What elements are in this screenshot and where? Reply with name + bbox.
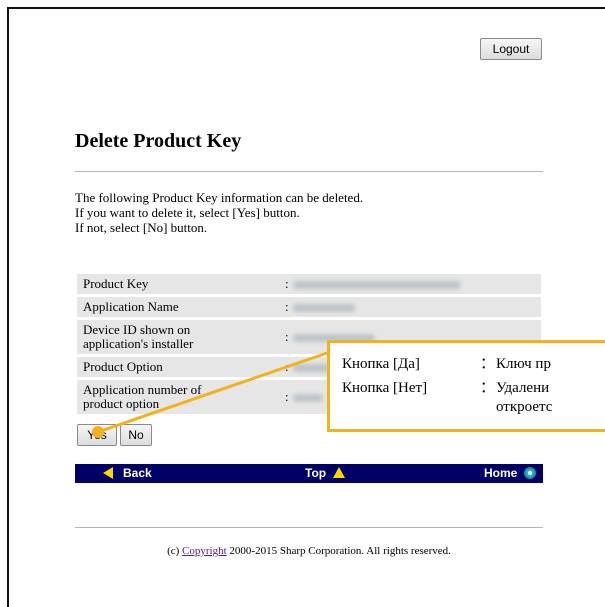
callout-pointer-dot	[92, 426, 104, 438]
callout-row-yes: Кнопка [Да] ： Ключ пр	[342, 356, 551, 372]
callout-row-no: Кнопка [Нет] ： Удалени откроетс	[342, 380, 553, 415]
callout-pointer-line	[97, 350, 331, 434]
translation-callout: Кнопка [Да] ： Ключ пр Кнопка [Нет] ： Уда…	[327, 340, 605, 432]
